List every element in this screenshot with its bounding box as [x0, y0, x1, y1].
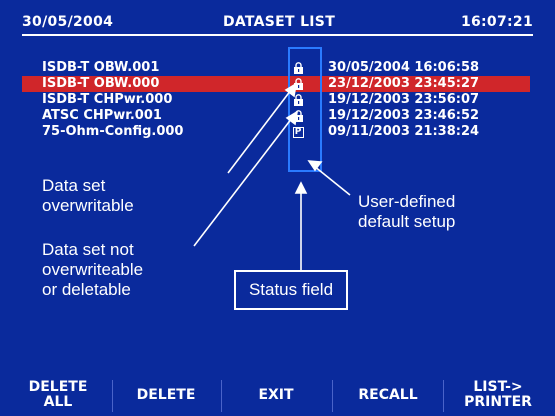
- softkey-exit[interactable]: EXIT: [236, 374, 316, 416]
- softkey-divider: [443, 380, 444, 412]
- status-field-label: Status field: [234, 270, 348, 310]
- softkey-divider: [221, 380, 222, 412]
- softkey-divider: [112, 380, 113, 412]
- arrow-to-lock-2: [193, 110, 299, 247]
- softkey-delete[interactable]: DELETE: [118, 374, 214, 416]
- softkey-recall[interactable]: RECALL: [343, 374, 433, 416]
- softkey-divider: [332, 380, 333, 412]
- softkey-delete-all[interactable]: DELETE ALL: [13, 374, 103, 416]
- arrow-to-p-status: [307, 160, 351, 196]
- softkey-list-printer[interactable]: LIST-> PRINTER: [450, 374, 546, 416]
- dataset-list-screen: 30/05/2004 DATASET LIST 16:07:21 ISDB-T …: [0, 0, 555, 416]
- annotation-user-defined-setup: User-defined default setup: [358, 192, 456, 231]
- arrow-to-status-column: [294, 181, 308, 270]
- softkey-bar: DELETE ALL DELETE EXIT RECALL LIST-> PRINTER: [0, 374, 555, 416]
- annotation-not-overwriteable: Data set not overwriteable or deletable: [42, 240, 144, 299]
- annotation-overwritable: Data set overwritable: [42, 176, 134, 215]
- arrow-to-lock-1: [227, 82, 298, 174]
